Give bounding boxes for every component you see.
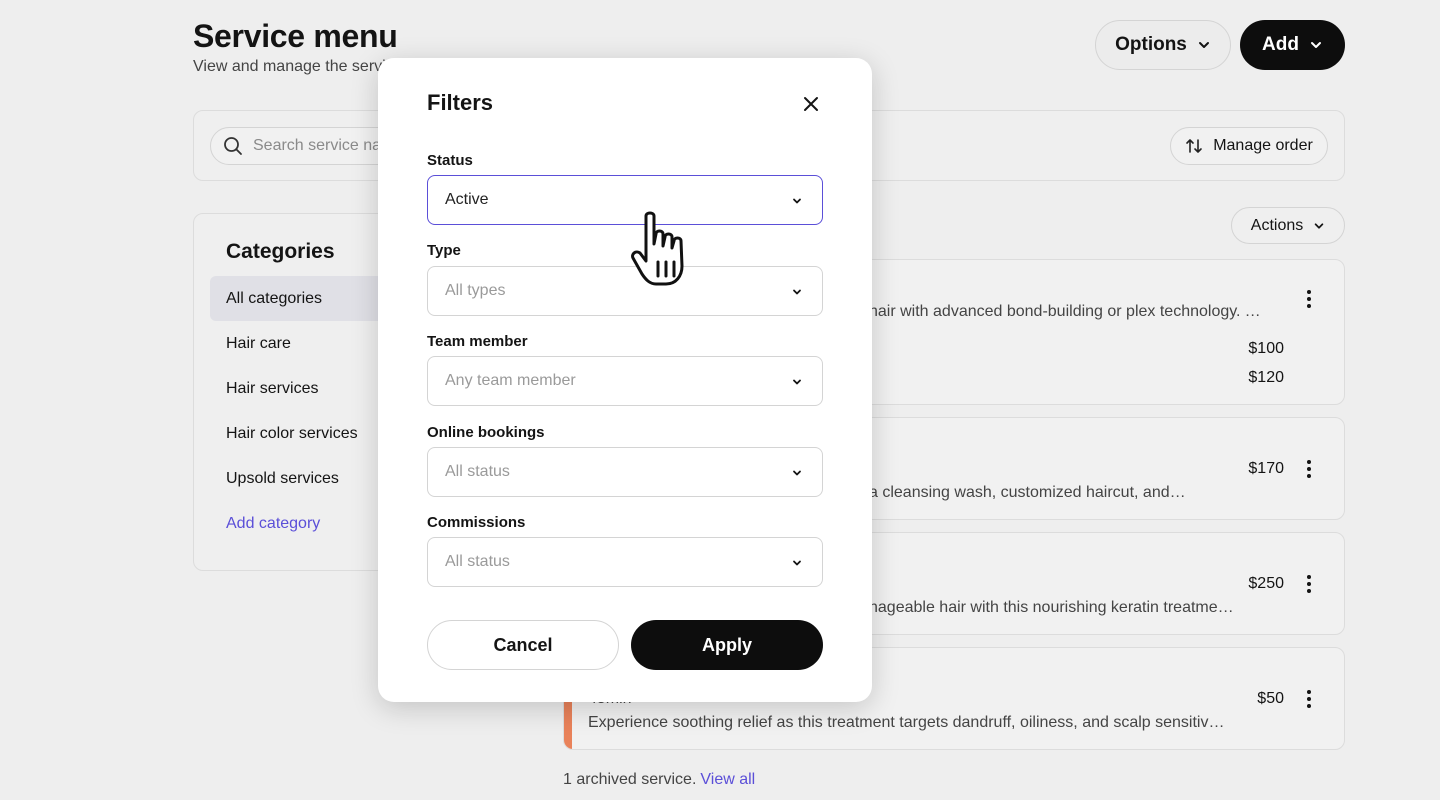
close-button[interactable]: [798, 91, 824, 117]
cancel-button[interactable]: Cancel: [427, 620, 619, 670]
type-label: Type: [427, 242, 461, 259]
online-bookings-label: Online bookings: [427, 424, 545, 441]
type-select-value: All types: [445, 282, 506, 299]
type-select[interactable]: All types: [427, 266, 823, 316]
team-member-select[interactable]: Any team member: [427, 356, 823, 406]
online-bookings-select-value: All status: [445, 463, 510, 480]
modal-title: Filters: [427, 90, 494, 115]
chevron-down-icon: [793, 289, 801, 295]
chevron-down-icon: [793, 198, 801, 204]
team-member-select-value: Any team member: [445, 372, 576, 389]
online-bookings-select[interactable]: All status: [427, 447, 823, 497]
status-select-value: Active: [445, 191, 489, 208]
commissions-select[interactable]: All status: [427, 537, 823, 587]
service-menu-page: Service menu View and manage the service…: [0, 0, 1440, 800]
close-icon: [804, 97, 818, 111]
apply-button[interactable]: Apply: [631, 620, 823, 670]
chevron-down-icon: [793, 560, 801, 566]
filters-modal: Filters Status Active Type All types Tea…: [378, 58, 872, 702]
commissions-select-value: All status: [445, 553, 510, 570]
chevron-down-icon: [793, 470, 801, 476]
commissions-label: Commissions: [427, 514, 526, 531]
status-select[interactable]: Active: [427, 175, 823, 225]
chevron-down-icon: [793, 379, 801, 385]
status-label: Status: [427, 152, 473, 169]
team-member-label: Team member: [427, 333, 528, 350]
